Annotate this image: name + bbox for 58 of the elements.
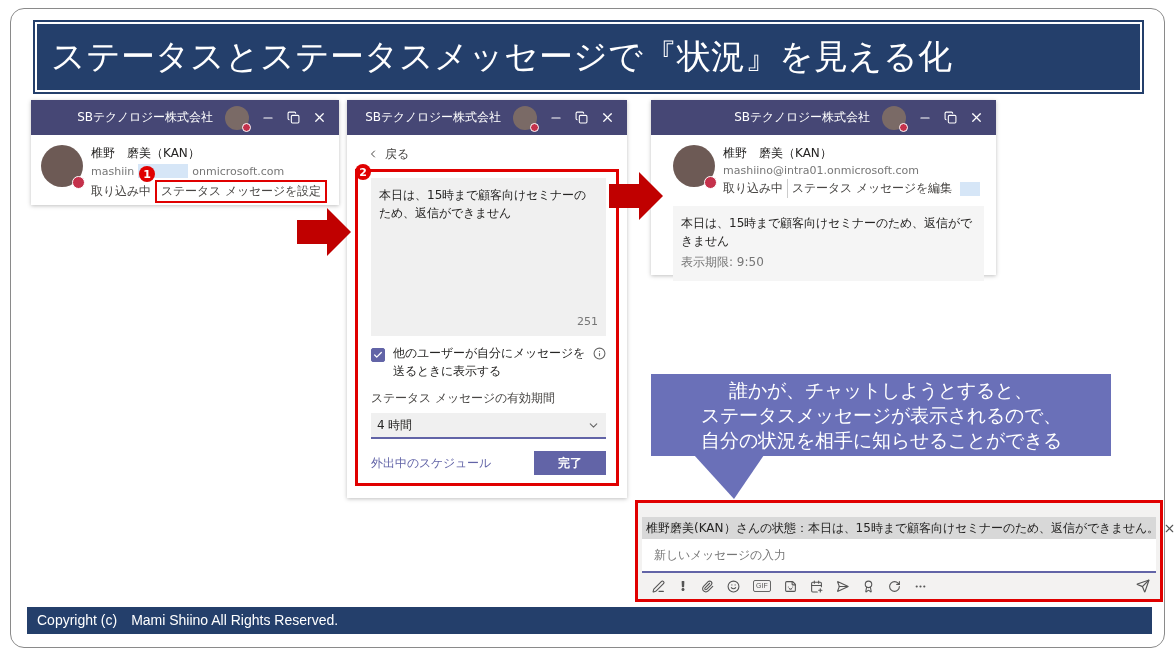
step-number: 2 (355, 164, 371, 180)
done-button[interactable]: 完了 (534, 451, 606, 475)
duration-dropdown[interactable]: 4 時間 (371, 413, 606, 439)
arrow-right (609, 172, 663, 220)
status-message: 本日は、15時まで顧客向けセミナーのため、返信ができません (681, 215, 974, 250)
user-name: 椎野 磨美（KAN） (723, 145, 833, 162)
attach-icon[interactable] (701, 579, 714, 593)
redaction-block (959, 181, 980, 196)
sticker-icon[interactable] (783, 579, 797, 593)
organization-name: SBテクノロジー株式会社 (77, 109, 213, 126)
calendar-plus-icon[interactable] (809, 579, 823, 593)
busy-status-dot (242, 122, 251, 132)
expiry-time: 表示期限: 9:50 (681, 254, 765, 271)
busy-status-dot (530, 122, 539, 132)
email-end: onmicrosoft.com (192, 164, 285, 178)
busy-status-dot (704, 176, 717, 189)
step-number: 1 (139, 166, 155, 182)
avatar-placeholder[interactable] (513, 105, 537, 130)
busy-status-dot (899, 122, 908, 132)
user-name: 椎野 磨美（KAN） (91, 145, 201, 162)
presence-status[interactable]: 取り込み中 (91, 183, 151, 200)
checkbox-label: 他のユーザーが自分にメッセージを送るときに表示する (393, 345, 585, 380)
restore-icon[interactable] (944, 111, 957, 124)
close-icon[interactable] (969, 110, 984, 125)
presence-status[interactable]: 取り込み中 (723, 180, 783, 197)
callout-pointer (694, 455, 764, 499)
pen-icon[interactable] (652, 579, 665, 593)
email-address: mashiino@intra01.onmicrosoft.com (723, 164, 921, 177)
avatar-placeholder[interactable] (882, 105, 906, 130)
send-arrow-icon[interactable] (835, 579, 849, 593)
info-icon[interactable] (593, 347, 606, 360)
send-icon[interactable] (1136, 579, 1150, 593)
arrow-right (297, 208, 351, 256)
status-banner-text: 椎野磨美(KAN）さんの状態：本日は、15時まで顧客向けセミナーのため、返信ができません。 (646, 519, 1159, 537)
checkbox[interactable] (371, 348, 385, 362)
avatar-placeholder[interactable] (225, 105, 249, 130)
slide-title: ステータスとステータスメッセージで『状況』を見える化 (35, 22, 1142, 92)
emoji-icon[interactable] (727, 579, 740, 593)
restore-icon[interactable] (287, 111, 300, 124)
schedule-link[interactable]: 外出中のスケジュール (371, 454, 491, 472)
restore-icon[interactable] (575, 111, 588, 124)
copyright-footer: Copyright (c) Mami Shiino All Rights Reserved. (27, 607, 1152, 634)
edit-status-message-link[interactable]: ステータス メッセージを編集 (787, 179, 956, 198)
exclamation-icon[interactable] (678, 581, 688, 591)
email-start: mashiin (91, 164, 135, 178)
busy-status-dot (72, 176, 85, 189)
back-link[interactable]: 戻る (385, 145, 409, 163)
refresh-icon[interactable] (887, 579, 901, 593)
character-counter: 251 (577, 315, 598, 328)
status-message-field[interactable]: 本日は、15時まで顧客向けセミナーのため、返信ができません 251 (371, 178, 606, 336)
organization-name: SBテクノロジー株式会社 (734, 109, 870, 126)
organization-name: SBテクノロジー株式会社 (365, 109, 501, 126)
duration-label: ステータス メッセージの有効期間 (371, 390, 556, 407)
check-icon (373, 350, 383, 360)
message-input-field[interactable]: 新しいメッセージの入力 (642, 539, 1156, 573)
set-status-message-link[interactable]: ステータス メッセージを設定 (155, 180, 327, 203)
close-icon[interactable] (312, 110, 327, 125)
close-icon[interactable] (600, 110, 615, 125)
